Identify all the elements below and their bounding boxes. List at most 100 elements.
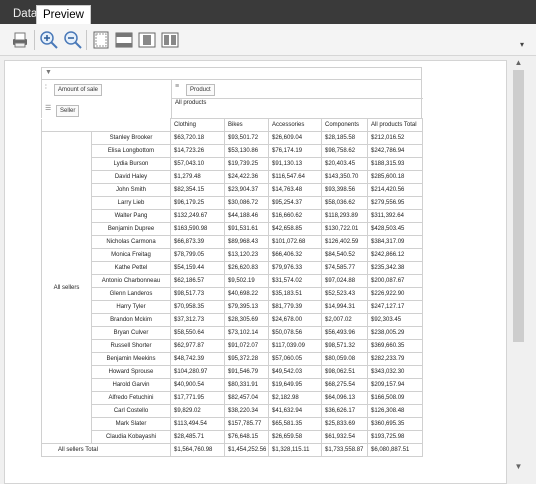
row-total-cell: $343,032.30 [367, 365, 423, 379]
value-cell: $63,720.18 [170, 131, 225, 145]
value-cell: $61,932.54 [321, 430, 368, 444]
report-page: ▼ ∶ Amount of sale ≡ Product ☰ Seller Al… [4, 60, 507, 484]
row-total-cell: $193,725.98 [367, 430, 423, 444]
value-cell: $30,086.72 [224, 196, 269, 210]
column-field-icon: ≡ [175, 83, 180, 90]
seller-name: John Smith [91, 183, 171, 197]
row-total-cell: $247,127.17 [367, 300, 423, 314]
row-total-cell: $214,420.56 [367, 183, 423, 197]
table-row: Harry Tyler $70,958.35 $79,395.13 $81,779.3… [42, 300, 423, 314]
column-field-chip[interactable]: Product [186, 84, 215, 96]
pivot-table: Clothing Bikes Accessories Components Al… [41, 118, 423, 457]
table-row: Mark Slater $113,494.54 $157,785.77 $65,581… [42, 417, 423, 431]
zoom-in-button[interactable] [38, 29, 60, 51]
value-cell: $41,632.94 [268, 404, 322, 418]
value-cell: $28,185.58 [321, 131, 368, 145]
seller-name: Glenn Landeros [91, 287, 171, 301]
row-total-cell: $279,556.95 [367, 196, 423, 210]
filter-icon: ▼ [45, 69, 52, 76]
pivot-grid: ▼ ∶ Amount of sale ≡ Product ☰ Seller Al… [41, 67, 423, 457]
value-cell: $24,422.36 [224, 170, 269, 184]
tab-preview[interactable]: Preview [36, 5, 91, 24]
toolbar-overflow-icon[interactable]: ▾ [520, 40, 524, 49]
value-cell: $98,062.51 [321, 365, 368, 379]
table-row: Elisa Longbottom $14,723.26 $53,130.86 $76,… [42, 144, 423, 158]
value-cell: $117,039.09 [268, 339, 322, 353]
seller-name: Alfredo Fetuchini [91, 391, 171, 405]
seller-name: Carl Costello [91, 404, 171, 418]
row-total-cell: $384,317.09 [367, 235, 423, 249]
seller-name: Kathe Pettel [91, 261, 171, 275]
print-icon [13, 32, 27, 48]
value-cell: $2,007.02 [321, 313, 368, 327]
vertical-scrollbar[interactable]: ▲ ▼ [511, 56, 526, 472]
two-pages-button[interactable] [159, 29, 181, 51]
seller-name: Antonio Charbonneau [91, 274, 171, 288]
filter-area[interactable]: ▼ [41, 67, 422, 80]
scroll-down-icon[interactable]: ▼ [511, 460, 526, 472]
table-row: John Smith $82,354.15 $23,904.37 $14,763.48… [42, 183, 423, 197]
value-cell: $44,188.46 [224, 209, 269, 223]
value-cell: $78,799.05 [170, 248, 225, 262]
value-cell: $2,182.98 [268, 391, 322, 405]
value-cell: $132,249.67 [170, 209, 225, 223]
seller-name: Benjamin Dupree [91, 222, 171, 236]
two-pages-icon [161, 32, 179, 48]
value-cell: $68,275.54 [321, 378, 368, 392]
value-cell: $74,585.77 [321, 261, 368, 275]
value-cell: $20,403.45 [321, 157, 368, 171]
total-column-header: All products Total [367, 118, 423, 132]
value-cell: $91,531.61 [224, 222, 269, 236]
table-row: Brandon Mckim $37,312.73 $28,305.69 $24,678… [42, 313, 423, 327]
value-cell: $14,723.26 [170, 144, 225, 158]
value-cell: $37,312.73 [170, 313, 225, 327]
row-total-cell: $235,342.38 [367, 261, 423, 275]
value-cell: $26,659.58 [268, 430, 322, 444]
table-row: Lydia Burson $57,043.10 $19,739.25 $91,130.… [42, 157, 423, 171]
value-cell: $113,494.54 [170, 417, 225, 431]
data-field-chip[interactable]: Amount of sale [54, 84, 103, 96]
scroll-up-icon[interactable]: ▲ [511, 56, 526, 68]
zoom-out-icon [64, 31, 82, 49]
table-row: Glenn Landeros $98,517.73 $40,698.22 $35,18… [42, 287, 423, 301]
seller-name: Benjamin Meekins [91, 352, 171, 366]
value-cell: $65,581.35 [268, 417, 322, 431]
value-cell: $49,542.03 [268, 365, 322, 379]
grand-total-cell: $1,454,252.56 [224, 443, 269, 457]
seller-name: Mark Slater [91, 417, 171, 431]
scrollbar-thumb[interactable] [513, 70, 524, 342]
zoom-out-button[interactable] [62, 29, 84, 51]
page-setup-button[interactable] [90, 29, 112, 51]
value-cell: $82,457.04 [224, 391, 269, 405]
grand-total-cell: $1,733,558.87 [321, 443, 368, 457]
seller-name: Howard Sprouse [91, 365, 171, 379]
header-divider [171, 80, 172, 118]
value-cell: $24,678.00 [268, 313, 322, 327]
row-total-cell: $360,695.35 [367, 417, 423, 431]
seller-name: Brandon Mckim [91, 313, 171, 327]
print-button[interactable] [9, 29, 31, 51]
seller-name: David Haley [91, 170, 171, 184]
value-cell: $25,833.69 [321, 417, 368, 431]
row-total-cell: $238,005.29 [367, 326, 423, 340]
value-cell: $16,660.62 [268, 209, 322, 223]
value-cell: $9,829.02 [170, 404, 225, 418]
table-row: Claudia Kobayashi $28,485.71 $76,648.15 $26… [42, 430, 423, 444]
single-page-button[interactable] [136, 29, 158, 51]
table-row: Benjamin Meekins $48,742.39 $95,372.28 $57,… [42, 352, 423, 366]
value-cell: $80,331.91 [224, 378, 269, 392]
value-cell: $54,159.44 [170, 261, 225, 275]
page-layout-button[interactable] [113, 29, 135, 51]
row-field-chip[interactable]: Seller [56, 105, 80, 117]
value-cell: $9,502.19 [224, 274, 269, 288]
value-cell: $14,763.48 [268, 183, 322, 197]
toolbar-separator [86, 30, 87, 50]
table-row: David Haley $1,279.48 $24,422.36 $116,547.6… [42, 170, 423, 184]
value-cell: $26,609.04 [268, 131, 322, 145]
zoom-in-icon [40, 31, 58, 49]
value-cell: $93,398.56 [321, 183, 368, 197]
tab-bar: Data Preview [0, 0, 536, 24]
value-cell: $28,305.69 [224, 313, 269, 327]
value-cell: $91,130.13 [268, 157, 322, 171]
value-cell: $101,072.68 [268, 235, 322, 249]
